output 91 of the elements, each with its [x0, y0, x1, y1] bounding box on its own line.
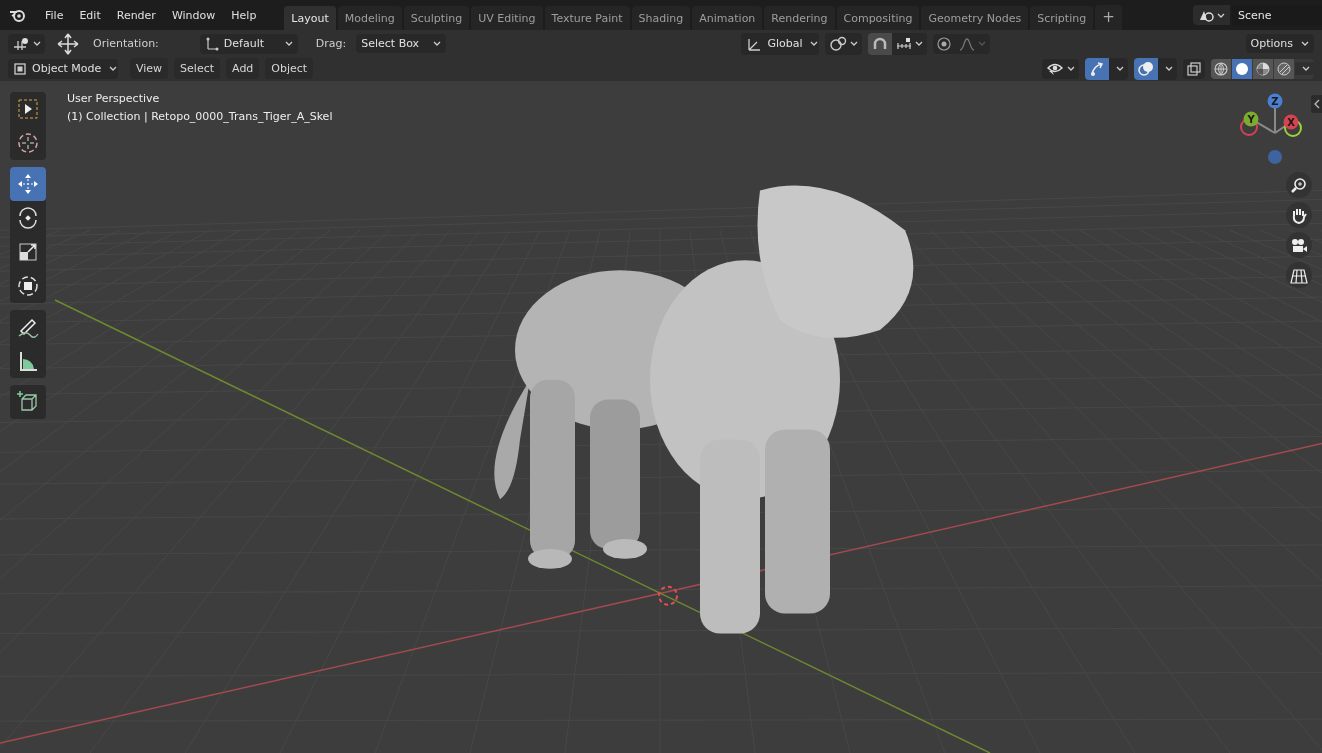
logo-icon	[9, 7, 27, 23]
caret-icon	[978, 40, 987, 47]
snap-toggle[interactable]	[868, 32, 893, 55]
shading-mode-button[interactable]	[1232, 58, 1252, 79]
shading-mode-button[interactable]	[1274, 58, 1294, 79]
caret-icon	[33, 40, 41, 47]
rendered-sphere-icon	[1277, 61, 1291, 76]
xray-icon	[1187, 61, 1201, 76]
axis-button[interactable]: Z	[1267, 93, 1283, 109]
gizmo-arrow-icon	[1089, 60, 1105, 77]
workspace-tab[interactable]: Animation	[692, 6, 763, 30]
wireframe-sphere-icon	[1214, 61, 1228, 76]
caret-icon	[1302, 65, 1310, 72]
caret-icon	[1116, 65, 1124, 72]
shading-mode-button[interactable]	[1253, 58, 1273, 79]
pivot-point-dropdown[interactable]	[825, 32, 863, 55]
cursor-icon	[16, 131, 40, 155]
menu-item[interactable]: Window	[163, 5, 224, 25]
drag-dropdown[interactable]: Select Box	[356, 34, 447, 53]
transform-icon	[16, 274, 40, 298]
caret-icon	[850, 40, 859, 47]
menu-item[interactable]: Object	[265, 58, 314, 79]
increment-icon	[896, 36, 913, 51]
select-box-icon	[16, 97, 40, 121]
workspace-tab[interactable]: Geometry Nodes	[921, 6, 1029, 30]
workspace-tab[interactable]: Rendering	[764, 6, 835, 30]
overlapping-circles-icon	[1138, 60, 1154, 77]
workspace-tab[interactable]: Texture Paint	[544, 6, 630, 30]
workspace-tab[interactable]: Layout	[284, 6, 336, 30]
caret-icon	[1217, 11, 1225, 19]
workspace-tab[interactable]: Shading	[631, 6, 691, 30]
overlays-toggle[interactable]	[1134, 57, 1158, 80]
visibility-dropdown[interactable]	[1042, 58, 1079, 79]
mode-dropdown[interactable]: Object Mode	[8, 58, 118, 79]
shading-mode-button[interactable]	[1211, 58, 1231, 79]
solid-sphere-icon	[1235, 61, 1249, 76]
workspace-tab[interactable]: Compositing	[836, 6, 920, 30]
falloff-curve-icon	[959, 36, 976, 51]
axes-icon	[204, 36, 219, 51]
eye-icon	[1046, 61, 1064, 76]
transform-orientation-dropdown[interactable]: Global	[741, 32, 820, 55]
zoom-icon	[1290, 176, 1308, 194]
menu-item[interactable]: Select	[174, 58, 221, 79]
workspace-tab[interactable]: Scripting	[1030, 6, 1094, 30]
pivot-dropdown[interactable]	[8, 33, 45, 54]
caret-icon	[1067, 65, 1075, 72]
scale-icon	[16, 240, 40, 264]
caret-icon	[1301, 40, 1309, 47]
menu-item[interactable]: File	[37, 5, 72, 25]
hand-icon	[1290, 206, 1308, 224]
axis-button[interactable]: X	[1283, 114, 1299, 130]
caret-icon	[433, 40, 442, 47]
rotate-icon	[16, 206, 40, 230]
axis-button[interactable]: Y	[1243, 111, 1259, 127]
menu-item[interactable]: Edit	[71, 5, 109, 25]
caret-icon	[1165, 65, 1173, 72]
menu-item[interactable]: Render	[108, 5, 164, 25]
scene-selector-button[interactable]	[1193, 5, 1230, 25]
workspace-tab[interactable]: Modeling	[337, 6, 402, 30]
gizmo-toggle[interactable]	[1085, 57, 1109, 80]
camera-icon	[1290, 236, 1308, 254]
caret-icon	[810, 40, 819, 47]
orientation-label: Orientation:	[93, 37, 159, 50]
sidebar-toggle[interactable]	[1311, 95, 1322, 113]
workspace-tab[interactable]: UV Editing	[471, 6, 543, 30]
link-icon	[829, 35, 848, 52]
cube-icon	[16, 390, 40, 414]
add-workspace-button[interactable]: +	[1095, 5, 1122, 30]
caret-dropdown[interactable]	[1295, 62, 1314, 75]
move-icon	[16, 172, 40, 196]
move-gizmo-icon	[57, 32, 79, 55]
material-sphere-icon	[1256, 61, 1270, 76]
menu-item[interactable]: View	[130, 58, 169, 79]
object-mode-icon	[13, 61, 27, 76]
drag-label: Drag:	[315, 37, 347, 50]
chevron-left-icon	[1313, 99, 1320, 109]
grid-icon	[1290, 266, 1308, 284]
caret-icon	[109, 65, 118, 72]
pivot-icon	[12, 36, 30, 51]
magnet-icon	[872, 35, 889, 52]
menu-item[interactable]: Help	[223, 5, 265, 25]
view-name: User Perspective	[67, 91, 161, 107]
caret-icon	[284, 40, 293, 47]
xray-toggle[interactable]	[1183, 58, 1205, 79]
options-dropdown[interactable]: Options	[1245, 34, 1314, 53]
caret-icon	[915, 40, 924, 47]
orientation-dropdown[interactable]: Default	[199, 33, 298, 54]
object-info: (1) Collection | Retopo_0000_Trans_Tiger_A_Skel	[67, 109, 333, 125]
menu-item[interactable]: Add	[226, 58, 260, 79]
workspace-tab[interactable]: Sculpting	[403, 6, 470, 30]
circle-dot-icon	[937, 36, 952, 51]
